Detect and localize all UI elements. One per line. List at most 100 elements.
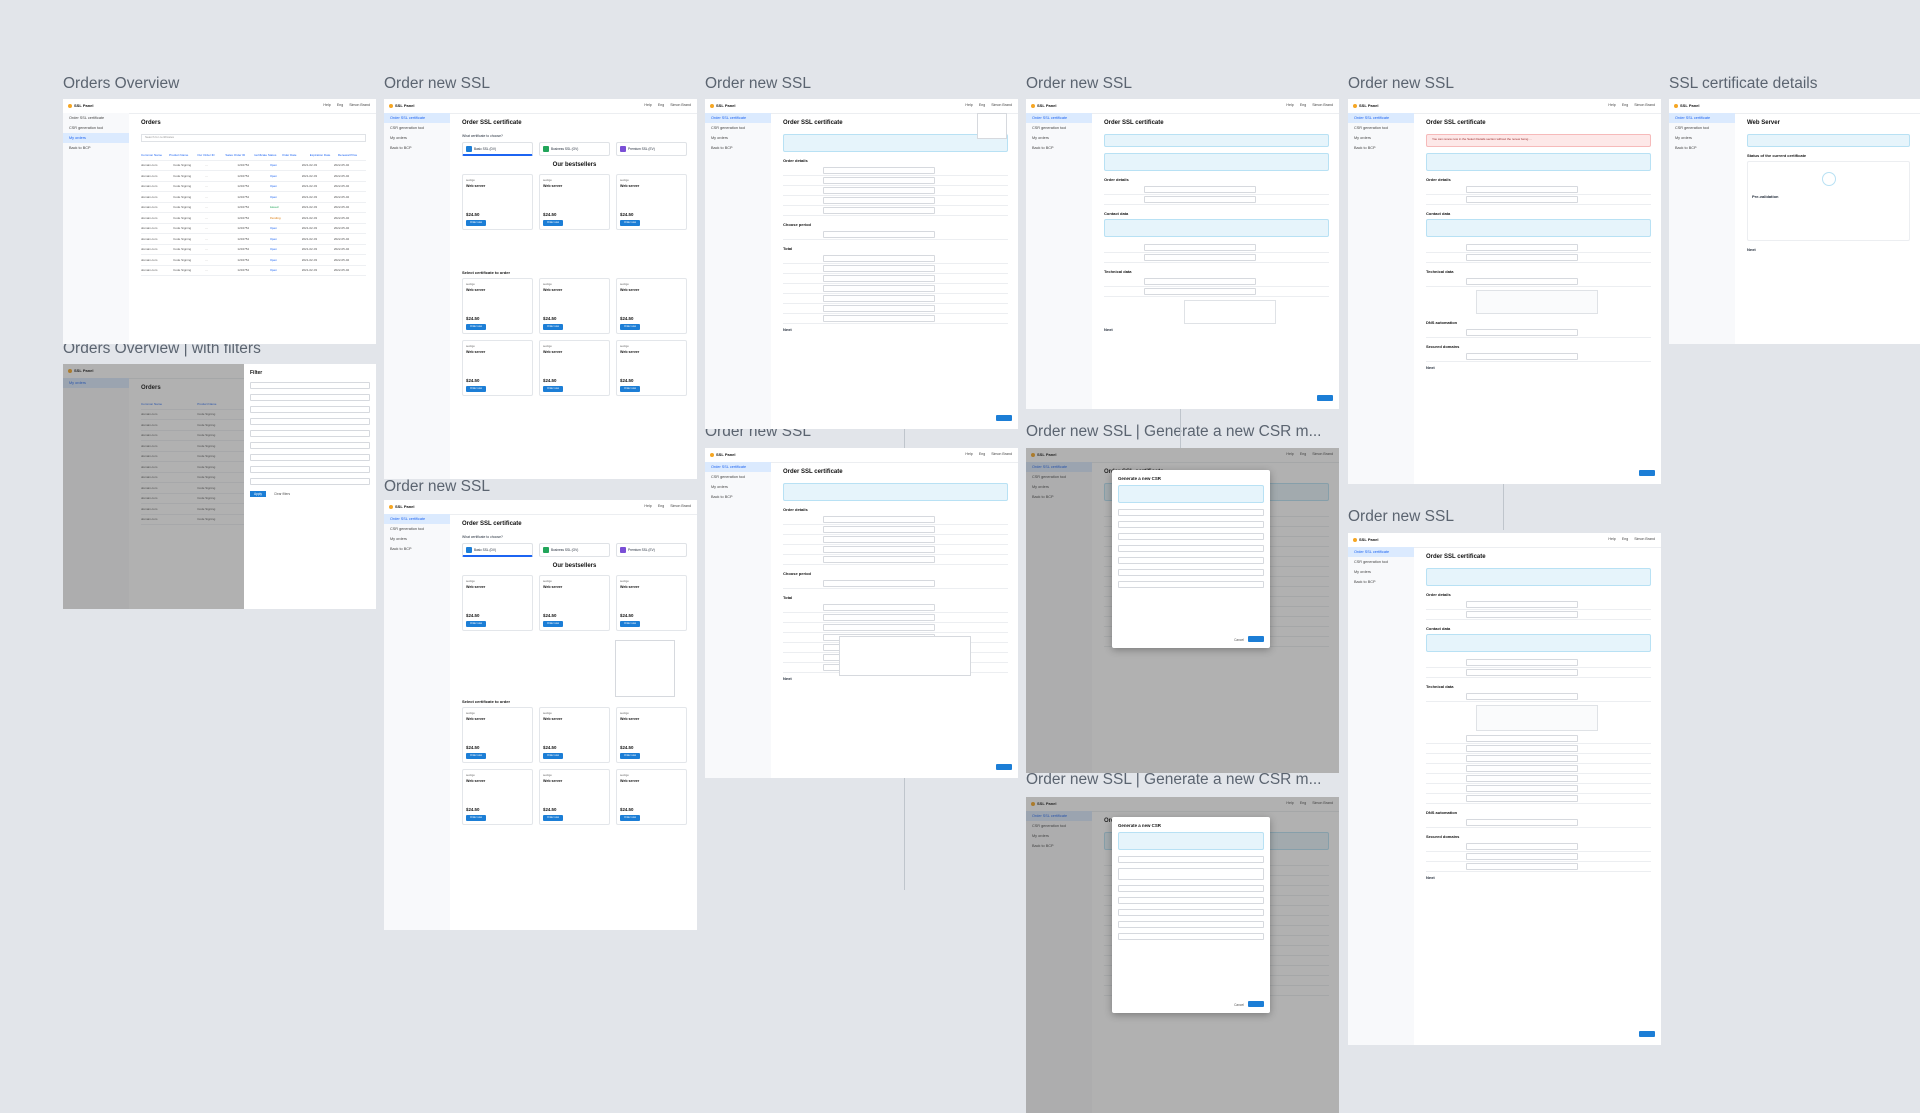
sidebar-item-back[interactable]: Back to BCP — [1348, 577, 1414, 587]
filter-field[interactable] — [250, 478, 370, 485]
order-now-button[interactable]: Order now — [543, 324, 563, 330]
form-input[interactable] — [1466, 819, 1578, 826]
sidebar-item-order-certificate[interactable]: Order SSL certificate — [1669, 113, 1735, 123]
tab-business[interactable]: Business SSL (OV) — [539, 142, 610, 156]
sidebar-item-csr-tool[interactable]: CSR generation tool — [384, 524, 450, 534]
sidebar-item-csr-tool[interactable]: CSR generation tool — [1348, 123, 1414, 133]
order-now-button[interactable]: Order now — [620, 753, 640, 759]
top-bar-actions[interactable]: Help Eng Simon Brand — [1280, 801, 1333, 805]
form-input[interactable] — [823, 207, 935, 214]
filter-field[interactable] — [250, 418, 370, 425]
sidebar-item-my-orders[interactable]: My orders — [705, 133, 771, 143]
form-input[interactable] — [1466, 693, 1578, 700]
csr-field[interactable] — [1118, 533, 1264, 540]
tab-business[interactable]: Business SSL (OV) — [539, 543, 610, 557]
order-now-button[interactable]: Order now — [620, 220, 640, 226]
sidebar-item-my-orders[interactable]: My orders — [1026, 133, 1092, 143]
sidebar-item-back[interactable]: Back to BCP — [1026, 492, 1092, 502]
form-input[interactable] — [1466, 795, 1578, 802]
top-bar-actions[interactable]: Help Eng Simon Brand — [1602, 537, 1655, 541]
form-input[interactable] — [1466, 611, 1578, 618]
csr-field[interactable] — [1118, 897, 1264, 904]
language-select[interactable]: Eng — [337, 103, 343, 107]
sidebar-item-my-orders[interactable]: My orders — [1669, 133, 1735, 143]
form-input[interactable] — [1144, 278, 1256, 285]
top-bar-actions[interactable]: Help Eng Simon Brand — [959, 103, 1012, 107]
user-menu[interactable]: Simon Brand — [349, 103, 370, 107]
order-now-button[interactable]: Order now — [466, 220, 486, 226]
table-row[interactable]: domain.com Code Signing... 1234754 Pending 2… — [141, 213, 366, 224]
column-header[interactable]: Order Date — [282, 153, 310, 157]
filter-field[interactable] — [250, 406, 370, 413]
form-input[interactable] — [1466, 244, 1578, 251]
top-bar-actions[interactable]: Help Eng Simon Brand — [959, 452, 1012, 456]
form-input[interactable] — [1466, 669, 1578, 676]
form-input[interactable] — [823, 315, 935, 322]
sidebar-item-back[interactable]: Back to BCP — [384, 544, 450, 554]
generate-button[interactable] — [1248, 1001, 1264, 1007]
table-row[interactable]: domain.com Code Signing... 1234754 Open 2021… — [141, 171, 366, 182]
sidebar-item-order-certificate[interactable]: Order SSL certificate — [384, 113, 450, 123]
order-now-button[interactable]: Order now — [466, 753, 486, 759]
next-button[interactable] — [996, 415, 1012, 421]
form-input[interactable] — [1466, 278, 1578, 285]
next-button[interactable] — [996, 764, 1012, 770]
sidebar-item-order-certificate[interactable]: Order SSL certificate — [1026, 462, 1092, 472]
clear-filters-button[interactable]: Clear filters — [270, 491, 294, 497]
order-now-button[interactable]: Order now — [466, 386, 486, 392]
form-input[interactable] — [1144, 186, 1256, 193]
csr-field[interactable] — [1118, 557, 1264, 564]
csr-field[interactable] — [1118, 921, 1264, 928]
form-input[interactable] — [823, 187, 935, 194]
tab-basic[interactable]: Basic SSL (DV) — [462, 142, 533, 156]
column-header[interactable]: Common Name — [141, 402, 197, 406]
filter-field[interactable] — [250, 454, 370, 461]
form-input[interactable] — [823, 546, 935, 553]
sidebar-item-back[interactable]: Back to BCP — [384, 143, 450, 153]
table-row[interactable]: domain.com Code Signing... 1234754 Open 2021… — [141, 182, 366, 192]
sidebar-item-order-certificate[interactable]: Order SSL certificate — [1348, 113, 1414, 123]
sidebar-item-back[interactable]: Back to BCP — [63, 143, 129, 153]
form-input[interactable] — [823, 536, 935, 543]
csr-field[interactable] — [1118, 885, 1264, 892]
top-bar-actions[interactable]: Help Eng Simon Brand — [1280, 452, 1333, 456]
form-input[interactable] — [823, 624, 935, 631]
tab-basic[interactable]: Basic SSL (DV) — [462, 543, 533, 557]
csr-field[interactable] — [1118, 545, 1264, 552]
apply-button[interactable]: Apply — [250, 491, 266, 497]
top-bar-actions[interactable]: Help Eng Simon Brand — [638, 504, 691, 508]
next-button[interactable] — [1639, 1031, 1655, 1037]
form-input[interactable] — [1466, 186, 1578, 193]
generate-button[interactable] — [1248, 636, 1264, 642]
form-input[interactable] — [823, 275, 935, 282]
form-input[interactable] — [1144, 196, 1256, 203]
sidebar-item-csr-tool[interactable]: CSR generation tool — [63, 123, 129, 133]
form-input[interactable] — [1466, 601, 1578, 608]
sidebar-item-csr-tool[interactable]: CSR generation tool — [1026, 123, 1092, 133]
form-input[interactable] — [1466, 853, 1578, 860]
sidebar-item-order-certificate[interactable]: Order SSL certificate — [384, 514, 450, 524]
sidebar-item-my-orders[interactable]: My orders — [384, 133, 450, 143]
sidebar-item-order-certificate[interactable]: Order SSL certificate — [1348, 547, 1414, 557]
sidebar-item-csr-tool[interactable]: CSR generation tool — [705, 472, 771, 482]
sidebar-item-my-orders[interactable]: My orders — [1348, 567, 1414, 577]
top-bar-actions[interactable]: Help Eng Simon Brand — [1280, 103, 1333, 107]
sidebar-item-csr-tool[interactable]: CSR generation tool — [705, 123, 771, 133]
search-input[interactable]: Search for certificates — [141, 134, 366, 142]
tab-premium[interactable]: Premium SSL (EV) — [616, 543, 687, 557]
column-header[interactable]: Renewal Price — [338, 153, 366, 157]
form-input[interactable] — [1144, 244, 1256, 251]
sidebar-item-my-orders[interactable]: My orders — [1026, 831, 1092, 841]
column-header[interactable]: Certificate Status — [254, 153, 282, 157]
sidebar-item-my-orders[interactable]: My orders — [1348, 133, 1414, 143]
table-row[interactable]: domain.com Code Signing... 1234754 Open 2021… — [141, 192, 366, 203]
top-bar-actions[interactable]: Help Eng Simon Brand — [317, 103, 370, 107]
form-input[interactable] — [1144, 254, 1256, 261]
column-header[interactable]: Common Name — [141, 153, 169, 157]
csr-textarea[interactable] — [1184, 300, 1276, 324]
sidebar-item-back[interactable]: Back to BCP — [1026, 841, 1092, 851]
sidebar-item-my-orders[interactable]: My orders — [384, 534, 450, 544]
sidebar-item-back[interactable]: Back to BCP — [705, 143, 771, 153]
form-input[interactable] — [1466, 659, 1578, 666]
period-dropdown[interactable] — [839, 636, 971, 676]
